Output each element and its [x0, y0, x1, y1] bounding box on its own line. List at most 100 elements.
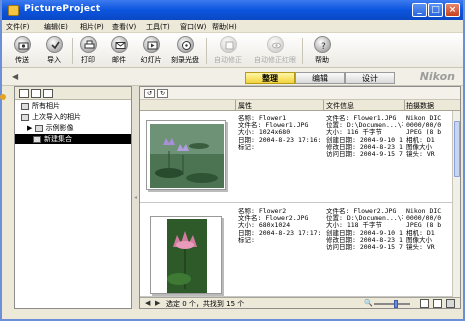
previous-page-icon[interactable]: ◀	[145, 299, 150, 307]
slider-knob[interactable]	[394, 300, 398, 308]
column-properties[interactable]: 属性	[238, 101, 252, 111]
burn-disc-button[interactable]: 刻录光盘	[167, 35, 203, 67]
rotate-right-icon[interactable]: ↻	[157, 89, 168, 98]
album-icon	[21, 102, 29, 110]
mail-label: 邮件	[112, 56, 126, 64]
column-shooting-data[interactable]: 拍摄数据	[406, 101, 434, 111]
menu-view[interactable]: 查看(V)	[112, 22, 136, 32]
scrollbar-thumb[interactable]	[454, 121, 460, 177]
menu-file[interactable]: 文件(F)	[6, 22, 30, 32]
sidebar-item-all-photos[interactable]: 所有相片	[15, 101, 131, 111]
menu-photo[interactable]: 相片(P)	[80, 22, 104, 32]
menu-help[interactable]: 帮助(H)	[212, 22, 237, 32]
auto-enhance-label: 自动修正	[214, 56, 242, 64]
menu-edit[interactable]: 编辑(E)	[44, 22, 68, 32]
transfer-label: 传送	[15, 56, 29, 64]
column-divider[interactable]	[323, 100, 324, 111]
browser-toolbar: ↺ ↻	[140, 87, 460, 100]
import-button[interactable]: 导入	[36, 35, 72, 67]
auto-enhance-icon	[219, 36, 237, 53]
thumbnail-size-slider[interactable]	[374, 300, 410, 308]
collection-sidebar: 所有相片 上次导入的相片 ▶ 示例影像 新建集合	[14, 86, 132, 309]
maximize-button[interactable]: □	[428, 3, 443, 17]
tab-design[interactable]: 设计	[345, 72, 395, 84]
menu-bar: 文件(F) 编辑(E) 相片(P) 查看(V) 工具(T) 窗口(W) 帮助(H…	[2, 20, 463, 33]
close-button[interactable]: ×	[445, 3, 460, 17]
new-folder-icon[interactable]	[19, 89, 29, 98]
help-button[interactable]: ? 帮助	[304, 35, 340, 67]
burn-disc-icon	[176, 36, 194, 53]
table-row[interactable]: 名称: Flower2 文件名: Flower2.JPG 大小: 680x102…	[140, 204, 452, 297]
view-details-icon[interactable]	[446, 299, 455, 308]
print-icon	[79, 36, 97, 53]
minimize-button[interactable]: _	[412, 3, 427, 17]
new-collection-icon[interactable]	[31, 89, 41, 98]
status-bar: ◀ ▶ 选定 0 个，共找到 15 个 🔍	[140, 297, 460, 308]
photo-shooting-data: Nikon DIC 0000/00/0 JPEG (8 b 相机: D1 图像大…	[406, 208, 442, 252]
import-icon	[45, 36, 63, 53]
expand-arrow-icon[interactable]: ▶	[27, 124, 32, 132]
slideshow-button[interactable]: 幻灯片	[133, 35, 169, 67]
title-bar[interactable]: PictureProject _ □ ×	[2, 0, 463, 20]
view-large-icon[interactable]	[433, 299, 442, 308]
photo-thumbnail[interactable]	[150, 216, 222, 294]
mail-button[interactable]: 邮件	[101, 35, 137, 67]
svg-text:?: ?	[321, 42, 326, 51]
toolbar-separator	[302, 38, 303, 64]
transfer-icon	[13, 36, 31, 53]
sidebar-item-new-collection[interactable]: 新建集合	[15, 134, 131, 144]
column-file-info[interactable]: 文件信息	[326, 101, 354, 111]
collapse-sidebar-icon[interactable]: ◀	[12, 72, 18, 81]
photo-file-info: 文件名: Flower2.JPG 位置: D:\Documen...\花卉 大小…	[326, 208, 403, 252]
selection-status: 选定 0 个，共找到 15 个	[166, 300, 245, 308]
brand-logo: Nikon	[419, 70, 455, 83]
application-window: PictureProject _ □ × 文件(F) 编辑(E) 相片(P) 查…	[0, 0, 465, 321]
nav-bar: ◀ 整理 编辑 设计 Nikon	[2, 68, 463, 86]
import-label: 导入	[47, 56, 61, 64]
mail-icon	[110, 36, 128, 53]
photo-browser: ↺ ↻ 属性 文件信息 拍摄数据 名称: Flower1 文件名: Flower…	[139, 86, 461, 309]
collection-icon	[33, 135, 41, 143]
photo-thumbnail[interactable]	[146, 120, 226, 190]
red-eye-label: 自动修正红眼	[254, 56, 296, 64]
app-icon	[8, 5, 19, 16]
zoom-icon: 🔍	[364, 299, 373, 307]
red-eye-icon	[266, 36, 284, 53]
red-eye-button[interactable]: 自动修正红眼	[252, 35, 298, 67]
tab-organize[interactable]: 整理	[245, 72, 295, 84]
photo-file-info: 文件名: Flower1.JPG 位置: D:\Documen...\花卉 大小…	[326, 115, 403, 159]
rotate-left-icon[interactable]: ↺	[144, 89, 155, 98]
pane-splitter[interactable]: ◂	[132, 86, 139, 309]
window-title: PictureProject	[24, 4, 101, 14]
table-row[interactable]: 名称: Flower1 文件名: Flower1.JPG 大小: 1024x68…	[140, 111, 452, 203]
delete-collection-icon[interactable]	[43, 89, 53, 98]
view-grid-icon[interactable]	[420, 299, 429, 308]
album-icon	[21, 113, 29, 121]
burn-disc-label: 刻录光盘	[171, 56, 199, 64]
help-label: 帮助	[315, 56, 329, 64]
help-icon: ?	[313, 36, 331, 53]
photo-shooting-data: Nikon DIC 0000/00/0 JPEG (8 b 相机: D1 图像大…	[406, 115, 442, 159]
transfer-button[interactable]: 传送	[4, 35, 40, 67]
next-page-icon[interactable]: ▶	[155, 299, 160, 307]
photo-properties: 名称: Flower2 文件名: Flower2.JPG 大小: 680x102…	[238, 208, 322, 244]
vertical-scrollbar[interactable]	[452, 111, 460, 297]
column-divider[interactable]	[235, 100, 236, 111]
auto-enhance-button[interactable]: 自动修正	[210, 35, 246, 67]
sidebar-item-last-import[interactable]: 上次导入的相片	[15, 112, 131, 122]
menu-tools[interactable]: 工具(T)	[146, 22, 170, 32]
menu-window[interactable]: 窗口(W)	[180, 22, 206, 32]
slideshow-label: 幻灯片	[140, 56, 162, 64]
slideshow-icon	[142, 36, 160, 53]
column-header: 属性 文件信息 拍摄数据	[140, 100, 460, 111]
toolbar-separator	[206, 38, 207, 64]
splitter-grip-icon: ◂	[134, 194, 138, 201]
sidebar-toolbar	[15, 87, 131, 100]
photo-properties: 名称: Flower1 文件名: Flower1.JPG 大小: 1024x68…	[238, 115, 322, 151]
column-divider[interactable]	[404, 100, 405, 111]
sidebar-item-samples[interactable]: ▶ 示例影像	[15, 123, 131, 133]
main-toolbar: 传送 导入 打印 邮件 幻灯片 刻录光盘 自动修正 自动修正红眼 ? 帮助	[2, 33, 463, 68]
folder-icon	[34, 124, 43, 132]
orange-marker	[0, 94, 6, 100]
tab-edit[interactable]: 编辑	[295, 72, 345, 84]
